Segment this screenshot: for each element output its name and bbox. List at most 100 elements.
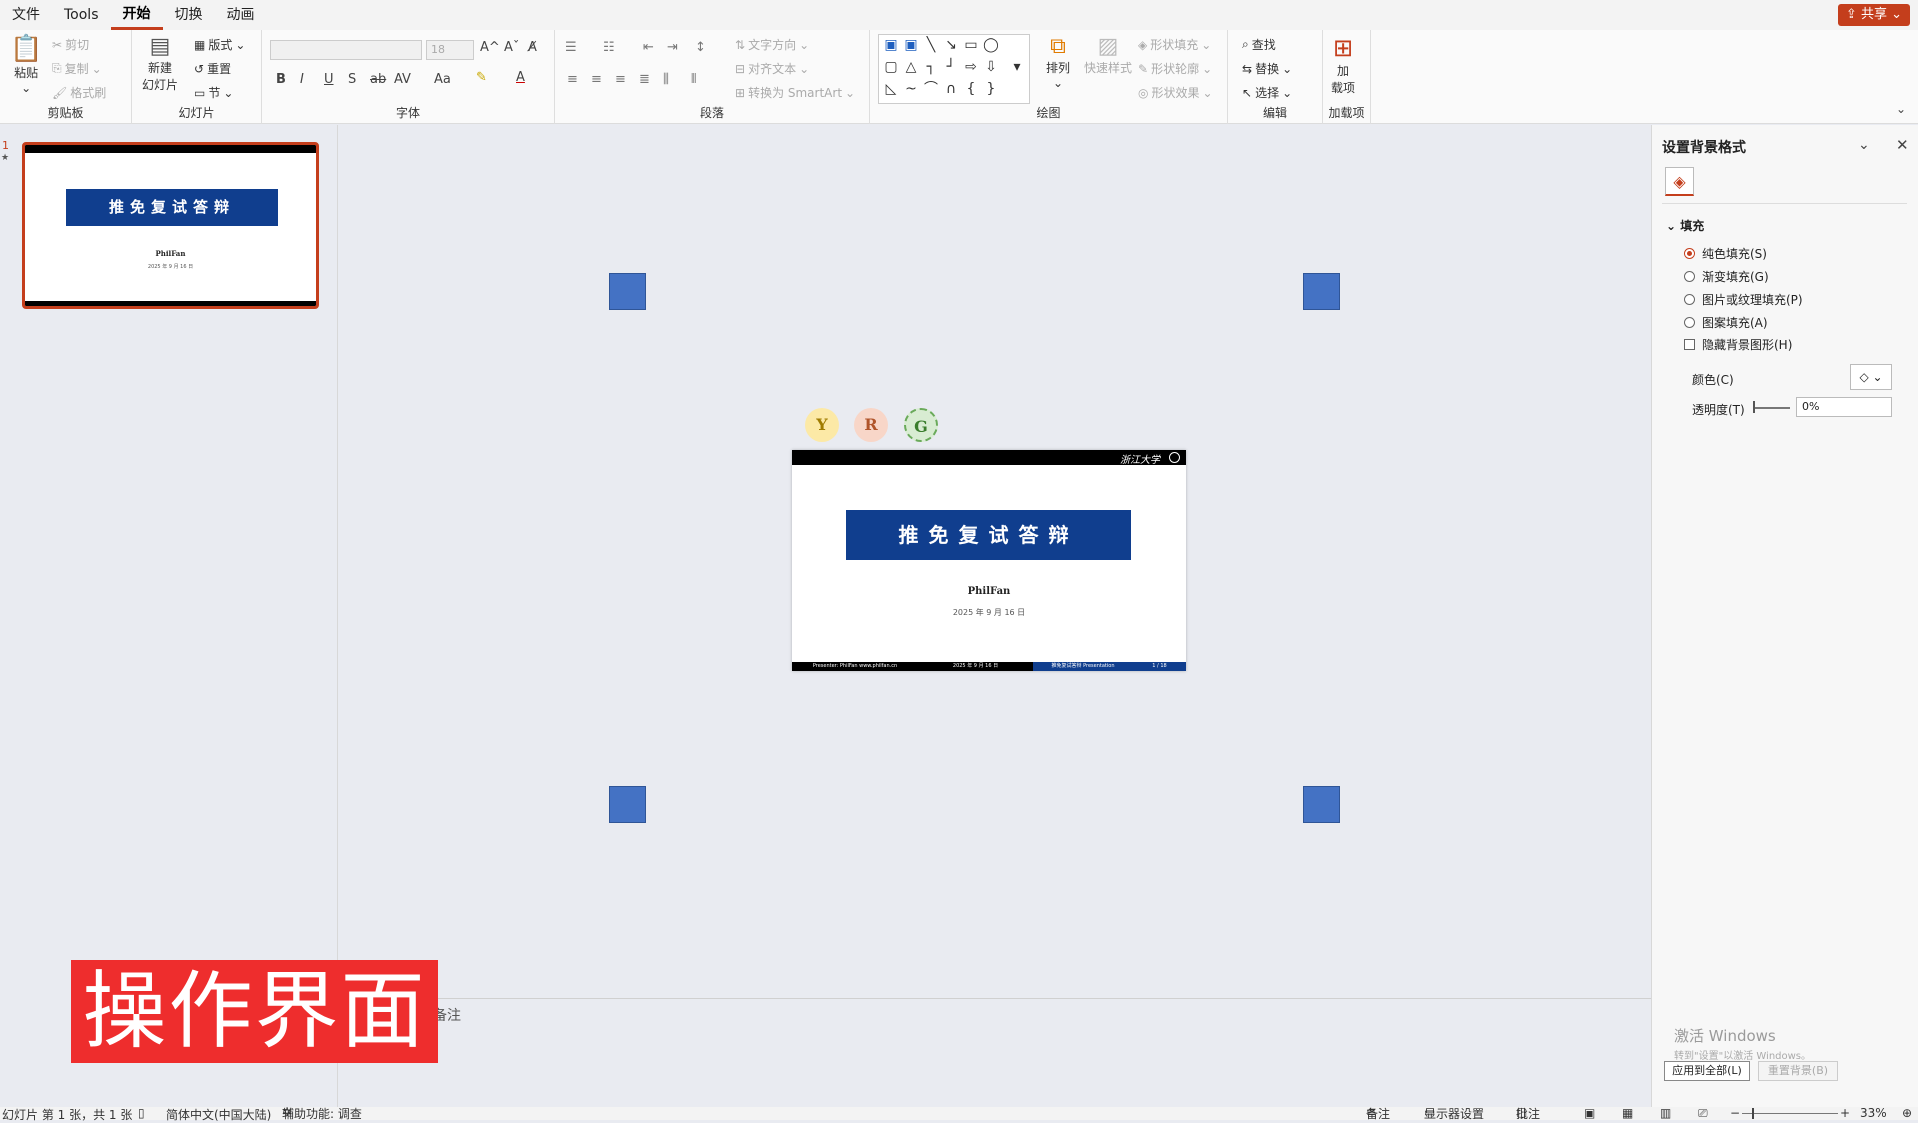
scribble-icon[interactable]: ~ xyxy=(903,81,919,97)
decrease-indent-icon[interactable]: ⇤ xyxy=(643,40,654,55)
menu-animations[interactable]: 动画 xyxy=(215,0,267,30)
arrange-button[interactable]: ⧉ 排列 ⌄ xyxy=(1046,34,1070,90)
spelling-icon[interactable]: ▯ xyxy=(138,1106,145,1120)
distributed-icon[interactable]: ⫼ xyxy=(663,72,669,87)
replace-button[interactable]: ⇆ 替换 ⌄ xyxy=(1242,60,1292,77)
align-text-button[interactable]: ⊟ 对齐文本 ⌄ xyxy=(735,60,809,77)
zoom-out-button[interactable]: − xyxy=(1730,1106,1740,1120)
fit-to-window-icon[interactable]: ⊕ xyxy=(1902,1106,1912,1120)
char-spacing-button[interactable]: AV xyxy=(394,72,411,87)
line-spacing-icon[interactable]: ↕ xyxy=(695,40,706,55)
menu-transitions[interactable]: 切换 xyxy=(163,0,215,30)
zoom-level[interactable]: 33% xyxy=(1860,1106,1887,1120)
align-right-icon[interactable]: ≡ xyxy=(615,72,626,87)
line-icon[interactable]: ╲ xyxy=(923,37,939,53)
left-brace-icon[interactable]: { xyxy=(963,81,979,97)
selection-handle[interactable] xyxy=(1303,273,1340,310)
vertical-textbox-icon[interactable]: ▣ xyxy=(903,37,919,53)
gradient-fill-option[interactable]: 渐变填充(G) xyxy=(1684,268,1769,285)
curve-icon[interactable]: ∩ xyxy=(943,81,959,97)
reset-button[interactable]: ↺ 重置 xyxy=(194,60,231,77)
menu-home[interactable]: 开始 xyxy=(110,0,163,30)
slideshow-icon[interactable]: ⎚ xyxy=(1698,1106,1708,1121)
picture-fill-option[interactable]: 图片或纹理填充(P) xyxy=(1684,291,1803,308)
collapse-ribbon-icon[interactable]: ⌄ xyxy=(1896,102,1906,116)
normal-view-icon[interactable]: ▣ xyxy=(1584,1106,1595,1120)
clear-format-icon[interactable]: A̸ xyxy=(528,40,537,55)
increase-indent-icon[interactable]: ⇥ xyxy=(667,40,678,55)
copy-button[interactable]: ⎘ 复制 ⌄ xyxy=(52,60,102,77)
reset-background-button[interactable]: 重置背景(B) xyxy=(1758,1061,1838,1081)
zoom-thumb[interactable] xyxy=(1752,1108,1754,1119)
shape-fill-button[interactable]: ◈ 形状填充 ⌄ xyxy=(1138,36,1211,53)
menu-file[interactable]: 文件 xyxy=(0,0,52,30)
font-color-icon[interactable]: A xyxy=(516,70,525,85)
slide-sorter-icon[interactable]: ▦ xyxy=(1622,1106,1633,1120)
transparency-input[interactable]: 0% xyxy=(1796,397,1892,417)
fill-tab-icon[interactable]: ◈ xyxy=(1665,167,1694,196)
hide-background-checkbox[interactable]: 隐藏背景图形(H) xyxy=(1684,336,1792,353)
elbow-connector-icon[interactable]: ┐ xyxy=(923,59,939,75)
right-brace-icon[interactable]: } xyxy=(983,81,999,97)
format-painter-button[interactable]: 🖌 格式刷 xyxy=(52,84,106,101)
shape-outline-button[interactable]: ✎ 形状轮廓 ⌄ xyxy=(1138,60,1212,77)
highlight-icon[interactable]: ✎ xyxy=(476,70,487,85)
apply-to-all-button[interactable]: 应用到全部(L) xyxy=(1664,1061,1750,1081)
bullets-icon[interactable]: ☰ xyxy=(565,40,577,55)
language-indicator[interactable]: 简体中文(中国大陆) xyxy=(166,1106,271,1123)
zoom-in-button[interactable]: + xyxy=(1840,1106,1850,1120)
menu-tools[interactable]: Tools xyxy=(52,0,111,30)
textbox-icon[interactable]: ▣ xyxy=(883,37,899,53)
align-left-icon[interactable]: ≡ xyxy=(567,72,578,87)
quick-styles-button[interactable]: ▨ 快速样式 xyxy=(1084,34,1132,76)
shapes-gallery[interactable]: ▣ ▣ ╲ ↘ ▭ ◯ ▢ △ ┐ ┘ ⇨ ⇩ ◺ ~ ⌒ ∩ { } ▾ xyxy=(878,34,1030,104)
addins-button[interactable]: ⊞ 加 载项 xyxy=(1331,34,1355,96)
cut-button[interactable]: ✂ 剪切 xyxy=(52,36,89,53)
solid-fill-option[interactable]: 纯色填充(S) xyxy=(1684,245,1767,262)
shrink-font-button[interactable]: Aˇ xyxy=(504,40,519,55)
font-size-select[interactable]: 18 xyxy=(426,40,474,60)
color-picker-button[interactable]: ◇ ⌄ xyxy=(1850,364,1892,390)
bold-button[interactable]: B xyxy=(276,72,286,87)
font-name-select[interactable] xyxy=(270,40,422,60)
elbow-arrow-icon[interactable]: ┘ xyxy=(943,59,959,75)
grow-font-button[interactable]: A^ xyxy=(480,40,500,55)
new-slide-button[interactable]: ▤ 新建 幻灯片 xyxy=(142,34,178,93)
selection-handle[interactable] xyxy=(609,786,646,823)
text-direction-button[interactable]: ⇅ 文字方向 ⌄ xyxy=(735,36,809,53)
close-icon[interactable]: ✕ xyxy=(1896,136,1909,154)
pane-options-icon[interactable]: ⌄ xyxy=(1858,137,1870,153)
slide-thumbnail[interactable]: 推免复试答辩 PhilFan 2025 年 9 月 16 日 xyxy=(22,142,319,309)
oval-icon[interactable]: ◯ xyxy=(983,37,999,53)
smartart-button[interactable]: ⊞ 转换为 SmartArt ⌄ xyxy=(735,84,855,101)
fill-section-header[interactable]: ⌄ 填充 xyxy=(1666,217,1704,234)
align-center-icon[interactable]: ≡ xyxy=(591,72,602,87)
shadow-button[interactable]: S xyxy=(348,72,356,87)
down-arrow-icon[interactable]: ⇩ xyxy=(983,59,999,75)
badge-y[interactable]: Y xyxy=(805,408,839,442)
section-button[interactable]: ▭ 节 ⌄ xyxy=(194,84,233,101)
justify-icon[interactable]: ≣ xyxy=(639,72,650,87)
zoom-slider[interactable] xyxy=(1742,1113,1838,1114)
arrow-line-icon[interactable]: ↘ xyxy=(943,37,959,53)
arc-icon[interactable]: ⌒ xyxy=(923,81,939,97)
shape-effects-button[interactable]: ◎ 形状效果 ⌄ xyxy=(1138,84,1213,101)
selection-handle[interactable] xyxy=(609,273,646,310)
numbering-icon[interactable]: ☷ xyxy=(603,40,615,55)
change-case-button[interactable]: Aa xyxy=(434,72,451,87)
italic-button[interactable]: I xyxy=(300,72,304,87)
pattern-fill-option[interactable]: 图案填充(A) xyxy=(1684,314,1768,331)
reading-view-icon[interactable]: ▥ xyxy=(1660,1106,1671,1120)
slider-thumb[interactable] xyxy=(1753,401,1755,413)
share-button[interactable]: ⇪ 共享 ⌄ xyxy=(1837,4,1910,26)
main-slide[interactable]: 浙江大学 推免复试答辩 PhilFan 2025 年 9 月 16 日 Pres… xyxy=(792,450,1186,671)
triangle-icon[interactable]: △ xyxy=(903,59,919,75)
badge-r[interactable]: R xyxy=(854,408,888,442)
rounded-rect-icon[interactable]: ▢ xyxy=(883,59,899,75)
rectangle-icon[interactable]: ▭ xyxy=(963,37,979,53)
badge-g[interactable]: G xyxy=(904,408,938,442)
freeform-icon[interactable]: ◺ xyxy=(883,81,899,97)
layout-button[interactable]: ▦ 版式 ⌄ xyxy=(194,36,245,53)
strikethrough-button[interactable]: ab xyxy=(370,72,386,87)
underline-button[interactable]: U xyxy=(324,72,334,87)
